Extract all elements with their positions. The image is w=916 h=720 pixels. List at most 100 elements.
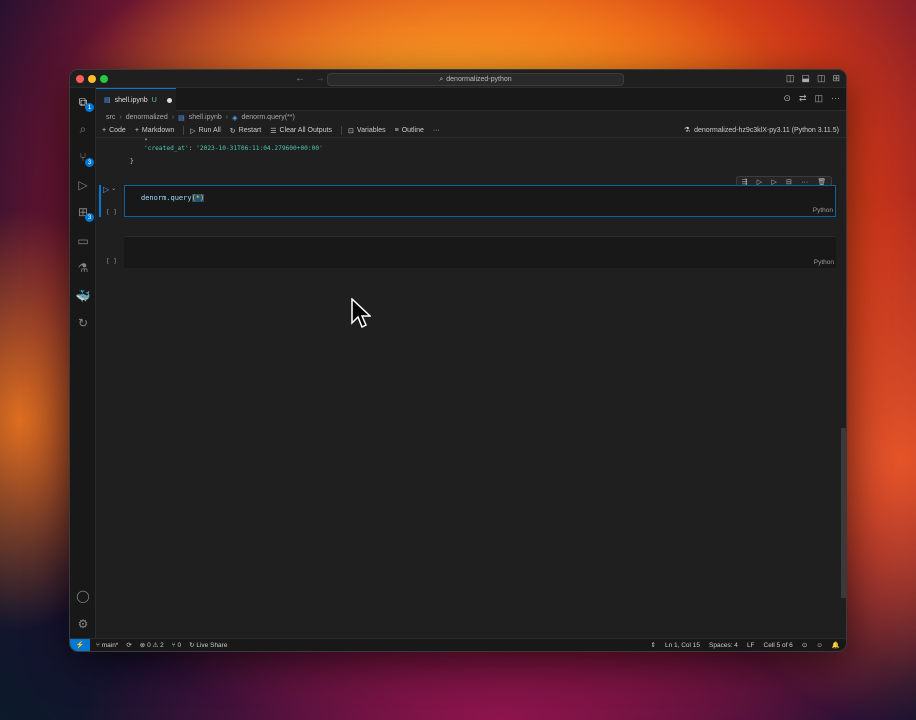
toggle-secondary-sidebar-icon[interactable]: ◫	[817, 73, 826, 84]
outline-button[interactable]: ≡ Outline	[395, 127, 424, 134]
indentation[interactable]: Spaces: 4	[709, 642, 738, 649]
pin-icon[interactable]: ⇕	[651, 641, 656, 649]
remote-indicator-icon[interactable]: ⚡	[70, 638, 90, 651]
add-code-cell-button[interactable]: + Code	[102, 127, 126, 134]
cell-language[interactable]: Python	[813, 207, 833, 214]
editor-scrollbar[interactable]	[841, 428, 846, 598]
activity-bar: ⧉ 1 ⌕ ⑂ 3 ▷ ⊞ 3 ▭ ⚗ 🐳 ↻ ◯ ⚙	[70, 88, 96, 638]
unsaved-dot-icon[interactable]	[166, 97, 172, 103]
command-center-search[interactable]: ⌕ denormalized-python	[327, 73, 624, 86]
output-line: 'created_at': '2023-10-31T06:11:04.27960…	[144, 145, 323, 152]
add-markdown-cell-button[interactable]: + Markdown	[135, 127, 174, 134]
notebook-file-icon: ▤	[104, 97, 111, 104]
tab-label: shell.ipynb	[114, 96, 148, 104]
editor-tab-bar: ▤ shell.ipynb U ⊙ ⇄ ◫ ···	[96, 88, 846, 111]
more-actions-icon[interactable]: ···	[831, 93, 840, 104]
minimize-window-button[interactable]	[88, 75, 96, 83]
variables-label: Variables	[356, 127, 386, 134]
toolbar-divider	[341, 126, 343, 135]
account-icon[interactable]: ◯	[75, 588, 91, 604]
source-control-badge: 3	[85, 158, 94, 167]
ports-item[interactable]: ⑂ 0	[172, 642, 181, 649]
customize-layout-icon[interactable]: ⊞	[832, 73, 840, 84]
feedback-icon[interactable]: ☺	[816, 642, 823, 649]
remote-explorer-icon[interactable]: ▭	[75, 233, 91, 249]
run-cell-button[interactable]: ▷ ⌄	[103, 185, 116, 194]
variables-icon: ⊡	[348, 127, 354, 135]
warning-count: 2	[160, 642, 164, 649]
code-cell[interactable]: Python	[124, 236, 836, 268]
run-all-icon: ▷	[190, 127, 196, 135]
notebook-toolbar: + Code + Markdown ▷ Run All ↻ Restart ☰ …	[96, 124, 846, 138]
breadcrumb: src › denormalized › ▤ shell.ipynb › ◈ d…	[106, 111, 295, 124]
search-icon[interactable]: ⌕	[75, 121, 91, 137]
notifications-icon[interactable]: 🔔	[832, 641, 840, 649]
close-window-button[interactable]	[76, 75, 84, 83]
branch-label: main*	[101, 641, 119, 649]
cell-indicator[interactable]: Cell 5 of 6	[764, 642, 793, 649]
kernel-label: denormalized-hz9c3klX-py3.11 (Python 3.1…	[694, 126, 839, 134]
notebook-editor: " 'created_at': '2023-10-31T06:11:04.279…	[96, 138, 846, 638]
line-ending[interactable]: LF	[747, 642, 755, 649]
restart-button[interactable]: ↻ Restart	[230, 127, 261, 135]
explorer-icon[interactable]: ⧉ 1	[75, 94, 94, 112]
notebook-file-icon: ▤	[178, 114, 185, 122]
live-share-label: Live Share	[196, 642, 228, 649]
sync-icon[interactable]: ⟳	[126, 641, 131, 649]
tab-shell-ipynb[interactable]: ▤ shell.ipynb U	[96, 88, 176, 111]
source-control-icon[interactable]: ⑂ 3	[75, 149, 94, 167]
cell-language[interactable]: Python	[814, 259, 834, 266]
execution-count: [ ]	[106, 258, 117, 265]
kernel-picker[interactable]: ⚗ denormalized-hz9c3klX-py3.11 (Python 3…	[683, 126, 839, 135]
kernel-icon: ⚗	[683, 127, 691, 134]
cell-icon: ◈	[232, 114, 238, 122]
zoom-window-button[interactable]	[100, 75, 108, 83]
live-share-icon[interactable]: ↻	[75, 315, 91, 331]
testing-icon[interactable]: ⚗	[75, 260, 91, 276]
toggle-panel-icon[interactable]: ⬓	[801, 73, 810, 84]
window-controls	[76, 75, 108, 83]
cell-output: " 'created_at': '2023-10-31T06:11:04.279…	[130, 138, 323, 165]
restart-icon: ↻	[229, 127, 236, 135]
breadcrumb-item[interactable]: src	[106, 114, 115, 121]
output-value: '2023-10-31T06:11:04.279600+00:00'	[196, 145, 323, 152]
run-all-label: Run All	[198, 127, 221, 134]
output-line: "	[144, 138, 148, 145]
clear-all-outputs-button[interactable]: ☰ Clear All Outputs	[270, 127, 332, 135]
forward-arrow-icon[interactable]: →	[315, 73, 325, 84]
copilot-icon[interactable]: ⊙	[783, 93, 791, 104]
code-function: denorm.query	[141, 194, 192, 202]
copilot-status-icon[interactable]: ⊙	[802, 641, 807, 649]
compare-changes-icon[interactable]: ⇄	[799, 93, 807, 104]
mouse-cursor-icon	[351, 298, 371, 329]
live-share-item[interactable]: ↻ Live Share	[189, 641, 227, 649]
docker-icon[interactable]: 🐳	[75, 288, 91, 304]
execution-count: [ ]	[106, 209, 117, 216]
toggle-sidebar-icon[interactable]: ◫	[786, 73, 795, 84]
problems-item[interactable]: ⊗ 0 ⚠ 2	[140, 641, 164, 649]
variables-button[interactable]: ⊡ Variables	[348, 127, 386, 135]
back-arrow-icon[interactable]: ←	[295, 73, 305, 84]
active-cell-indicator	[99, 185, 101, 217]
split-editor-icon[interactable]: ◫	[814, 93, 823, 104]
explorer-badge: 1	[85, 103, 94, 112]
run-all-button[interactable]: ▷ Run All	[190, 127, 221, 135]
output-key: 'created_at'	[144, 145, 189, 152]
title-bar: ← → ⌕ denormalized-python ◫ ⬓ ◫ ⊞	[70, 70, 846, 88]
untracked-indicator: U	[151, 96, 157, 104]
breadcrumb-item[interactable]: shell.ipynb	[189, 114, 222, 121]
branch-item[interactable]: ⑂ main*	[96, 642, 118, 649]
cursor-position[interactable]: Ln 1, Col 15	[665, 642, 700, 649]
breadcrumb-item[interactable]: denormalized	[126, 114, 168, 121]
breadcrumb-item[interactable]: denorm.query(**)	[242, 114, 295, 121]
chevron-down-icon[interactable]: ⌄	[111, 185, 116, 194]
outline-label: Outline	[401, 127, 424, 134]
code-line[interactable]: denorm.query(*)	[141, 194, 205, 202]
toolbar-more-button[interactable]: ···	[433, 127, 440, 134]
extensions-icon[interactable]: ⊞ 3	[75, 204, 94, 222]
run-debug-icon[interactable]: ▷	[75, 177, 91, 193]
settings-gear-icon[interactable]: ⚙	[75, 616, 91, 632]
status-bar: ⚡ ⑂ main* ⟳ ⊗ 0 ⚠ 2 ⑂ 0 ↻ Live Share ⇕ L…	[70, 638, 846, 651]
plus-icon: +	[134, 127, 139, 134]
code-cell[interactable]: denorm.query(*) Python	[124, 185, 836, 217]
